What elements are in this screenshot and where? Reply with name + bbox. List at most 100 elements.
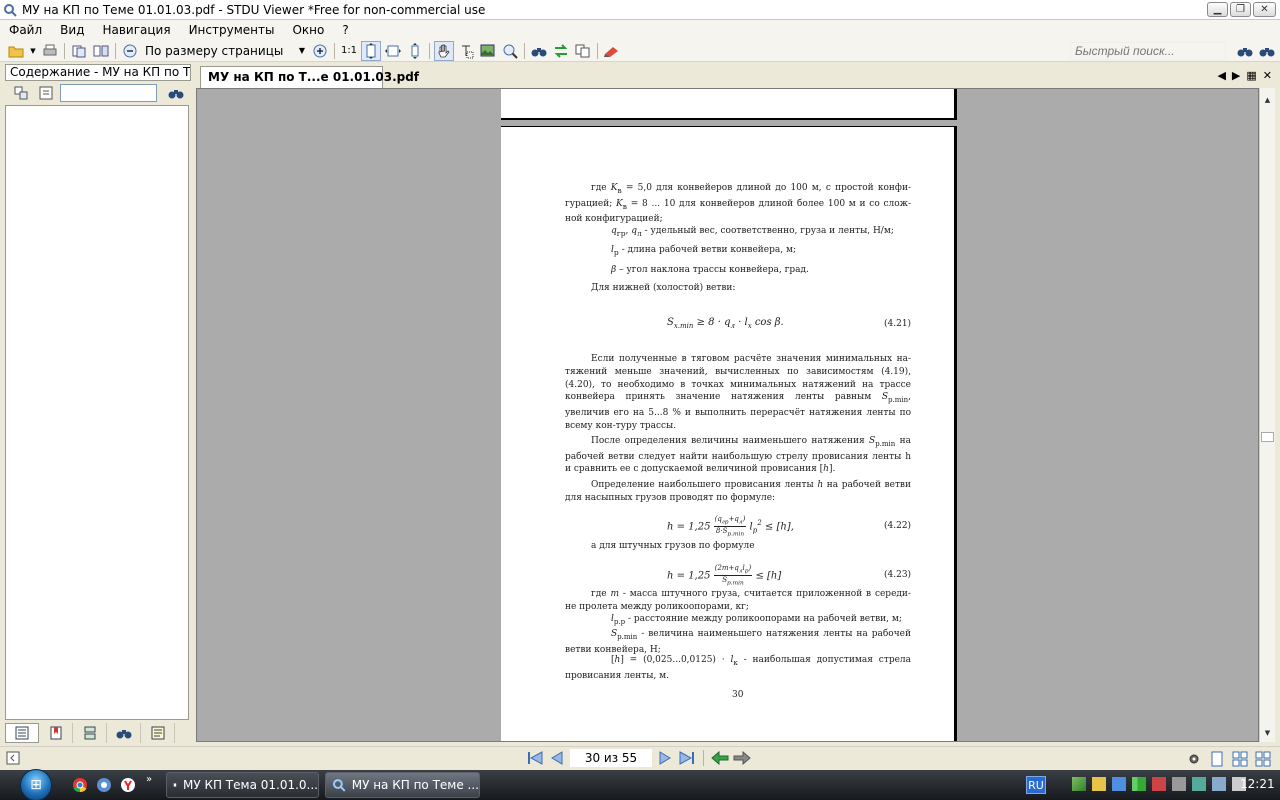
minimize-button[interactable]: ▁ — [1207, 2, 1228, 17]
two-page-view-button[interactable] — [1231, 750, 1249, 768]
find-button[interactable] — [529, 41, 549, 61]
contents-search-input[interactable] — [60, 84, 157, 102]
paragraph-2: Если полученные в тяговом расчёте значен… — [565, 354, 911, 431]
tab-close-icon[interactable]: ✕ — [1263, 69, 1272, 82]
tab-contents[interactable] — [5, 723, 39, 743]
document-icon — [173, 783, 177, 787]
restore-button[interactable]: ❐ — [1230, 2, 1251, 17]
zoom-out-button[interactable] — [120, 41, 140, 61]
tab-notes[interactable] — [141, 723, 175, 743]
binoculars-icon — [1237, 48, 1253, 57]
highlight-button[interactable] — [602, 41, 622, 61]
toolbar-separator — [597, 42, 598, 59]
clock[interactable]: 12:21 — [1240, 777, 1275, 791]
menu-tools[interactable]: Инструменты — [180, 23, 284, 37]
previous-page — [501, 89, 957, 120]
actual-size-button[interactable]: 1:1 — [339, 41, 359, 61]
close-icon: ✕ — [1260, 4, 1269, 15]
taskbar-item-2[interactable]: МУ на КП по Теме ... — [325, 772, 480, 798]
bookmark-icon — [50, 726, 61, 740]
vertical-scrollbar[interactable]: ▲ ▼ — [1259, 88, 1275, 742]
definition-min-tension: Sр.min - величина наименьшего натяжения … — [565, 629, 911, 655]
open-dropdown-button[interactable]: ▼ — [28, 41, 38, 61]
security-icon[interactable] — [1152, 777, 1166, 791]
menu-help[interactable]: ? — [333, 23, 357, 37]
display-icon[interactable] — [1172, 777, 1186, 791]
contents-tab[interactable]: Содержание - МУ на КП по Теме — [5, 64, 191, 81]
toggle-sidebar-button[interactable] — [6, 751, 20, 768]
minimize-icon: ▁ — [1213, 4, 1222, 15]
expand-all-button[interactable] — [11, 83, 31, 103]
search-next-button[interactable] — [1257, 41, 1277, 61]
drive-icon[interactable] — [1092, 777, 1106, 791]
single-page-view-button[interactable] — [1208, 750, 1226, 768]
tab-scroll-right-icon[interactable]: ▶ — [1232, 69, 1240, 82]
scroll-thumb[interactable] — [1261, 432, 1274, 442]
sync-button[interactable] — [551, 41, 571, 61]
quick-search-input[interactable] — [1070, 42, 1226, 60]
select-image-button[interactable] — [478, 41, 498, 61]
tab-scroll-left-icon[interactable]: ◀ — [1217, 69, 1225, 82]
signal-icon[interactable] — [1132, 777, 1146, 791]
forward-button[interactable] — [733, 749, 751, 767]
swap-arrows-icon — [554, 43, 568, 58]
close-button[interactable]: ✕ — [1253, 2, 1276, 17]
quick-launch-more-icon[interactable]: » — [146, 774, 162, 790]
fit-width-button[interactable] — [383, 41, 403, 61]
contents-tree[interactable] — [5, 105, 189, 720]
monitor-icon[interactable] — [1212, 777, 1226, 791]
print-button[interactable] — [40, 41, 60, 61]
hand-tool-button[interactable] — [434, 40, 454, 61]
taskbar-item-1[interactable]: МУ КП Тема 01.01.0... — [166, 772, 319, 798]
collapse-all-button[interactable] — [36, 83, 56, 103]
tab-list-icon[interactable]: ▦ — [1246, 69, 1256, 82]
image-select-icon — [480, 44, 495, 56]
page-indicator[interactable]: 30 из 55 — [570, 749, 652, 767]
network-icon[interactable] — [1072, 777, 1086, 791]
previous-page-button[interactable] — [548, 749, 566, 767]
menu-view[interactable]: Вид — [51, 23, 93, 37]
pages-button[interactable] — [91, 41, 111, 61]
binoculars-next-icon — [1259, 48, 1275, 57]
last-page-button[interactable] — [678, 749, 696, 767]
menu-file[interactable]: Файл — [0, 23, 51, 37]
tab-thumbnails[interactable] — [73, 723, 107, 743]
fit-height-button[interactable] — [405, 41, 425, 61]
zoom-in-button[interactable] — [310, 41, 330, 61]
document-viewer[interactable]: где Kв = 5,0 для конвейеров длиной до 10… — [196, 88, 1259, 742]
first-page-button[interactable] — [526, 749, 544, 767]
folder-icon — [8, 46, 24, 57]
language-indicator[interactable]: RU — [1026, 776, 1046, 794]
scroll-down-icon[interactable]: ▼ — [1262, 727, 1273, 738]
tab-bookmarks[interactable] — [39, 723, 73, 743]
tab-document[interactable]: МУ на КП по Т...е 01.01.03.pdf — [200, 66, 419, 88]
update-icon[interactable] — [1112, 777, 1126, 791]
chrome-icon[interactable] — [72, 777, 88, 793]
menu-navigation[interactable]: Навигация — [93, 23, 179, 37]
two-page-icon — [1232, 751, 1248, 767]
contents-search-button[interactable] — [166, 83, 186, 103]
restore-icon: ❐ — [1236, 4, 1245, 15]
select-text-button[interactable] — [456, 41, 476, 61]
zoom-area-button[interactable] — [500, 41, 520, 61]
menu-window[interactable]: Окно — [283, 23, 333, 37]
open-button[interactable] — [6, 41, 26, 61]
copy-page-button[interactable] — [69, 41, 89, 61]
zoom-mode-select[interactable]: По размеру страницы ▼ — [141, 42, 309, 60]
toolbar: ▼ По размеру страницы ▼ 1:1 — [0, 40, 1280, 62]
hand-icon — [438, 44, 450, 57]
back-button[interactable] — [711, 749, 729, 767]
arrows-icon[interactable] — [1192, 777, 1206, 791]
piece-goods-text: а для штучных грузов по формуле — [591, 541, 755, 551]
browser-icon[interactable] — [96, 777, 112, 793]
search-button[interactable] — [1235, 41, 1255, 61]
fit-page-button[interactable] — [361, 40, 381, 61]
yandex-browser-icon[interactable] — [120, 777, 136, 793]
copy-button[interactable] — [573, 41, 593, 61]
settings-button[interactable] — [1185, 750, 1203, 768]
continuous-view-button[interactable] — [1254, 750, 1272, 768]
tab-search[interactable] — [107, 723, 141, 743]
next-page-button[interactable] — [656, 749, 674, 767]
start-button[interactable]: ⊞ — [16, 769, 56, 800]
scroll-up-icon[interactable]: ▲ — [1262, 94, 1273, 105]
